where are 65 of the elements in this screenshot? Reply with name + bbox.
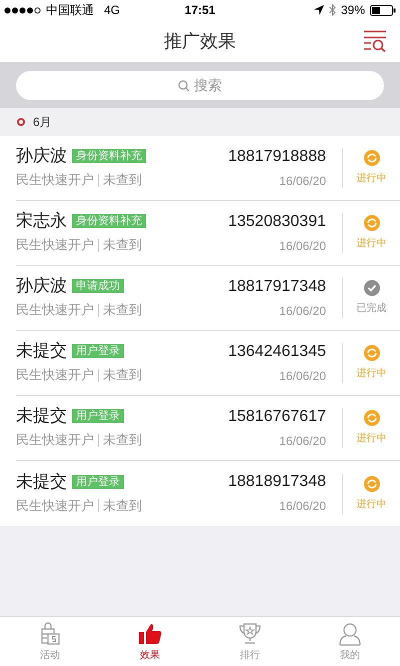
status-label: 进行中 <box>356 432 386 446</box>
date-text: 16/06/20 <box>279 432 326 450</box>
query-result: 未查到 <box>103 431 142 450</box>
query-result: 未查到 <box>103 301 142 320</box>
product-name: 民生快速开户 <box>16 236 94 254</box>
status-label: 已完成 <box>356 302 386 316</box>
list-row[interactable]: 宋志永 身份资料补充 民生快速开户 未查到 13520830391 16/06/20 进行中 <box>16 201 400 266</box>
product-name: 民生快速开户 <box>16 366 94 384</box>
list-row[interactable]: 未提交 用户登录 民生快速开户 未查到 18818917348 16/06/20 进行中 <box>16 461 400 526</box>
search-icon <box>178 80 190 92</box>
phone-number: 18817918888 <box>228 146 326 166</box>
network-type: 4G <box>104 2 120 19</box>
person-name: 未提交 <box>16 341 67 362</box>
step-tag: 身份资料补充 <box>72 149 146 164</box>
step-tag: 身份资料补充 <box>72 214 146 228</box>
phone-number: 13642461345 <box>228 342 326 362</box>
list-row[interactable]: 未提交 用户登录 民生快速开户 未查到 15816767617 16/06/20 进行中 <box>16 396 400 461</box>
phone-number: 15816767617 <box>228 406 326 426</box>
person-name: 孙庆波 <box>16 276 67 296</box>
search-field[interactable]: 搜索 <box>16 70 384 100</box>
section-label: 6月 <box>33 114 52 131</box>
query-result: 未查到 <box>103 171 142 190</box>
product-name: 民生快速开户 <box>16 171 94 190</box>
query-result: 未查到 <box>103 496 142 515</box>
status-label: 进行中 <box>356 498 386 512</box>
list-row[interactable]: 未提交 用户登录 民生快速开户 未查到 13642461345 16/06/20 进行中 <box>16 331 400 396</box>
trophy-icon <box>237 620 263 646</box>
query-result: 未查到 <box>103 366 142 384</box>
step-tag: 用户登录 <box>72 344 124 358</box>
battery-icon <box>370 4 396 16</box>
battery-percent: 39% <box>340 2 365 19</box>
date-text: 16/06/20 <box>279 498 326 515</box>
person-name: 孙庆波 <box>16 146 67 166</box>
status-label: 进行中 <box>356 172 386 186</box>
bluetooth-icon <box>328 4 336 16</box>
date-text: 16/06/20 <box>279 238 326 254</box>
date-text: 16/06/20 <box>279 302 326 320</box>
step-tag: 用户登录 <box>72 474 124 489</box>
user-icon <box>337 620 363 646</box>
page-title: 推广效果 <box>164 30 236 52</box>
list-row[interactable]: 孙庆波 申请成功 民生快速开户 未查到 18817917348 16/06/20 已完成 <box>16 266 400 331</box>
location-icon <box>314 5 324 15</box>
phone-number: 18818917348 <box>228 472 326 492</box>
product-name: 民生快速开户 <box>16 301 94 320</box>
list-row[interactable]: 孙庆波 身份资料补充 民生快速开户 未查到 18817918888 16/06/20 进行中 <box>16 136 400 201</box>
status-label: 进行中 <box>356 236 386 251</box>
tab-item[interactable]: 效果 <box>100 617 200 666</box>
carrier-name: 中国联通 <box>46 2 94 19</box>
product-name: 民生快速开户 <box>16 496 94 515</box>
product-name: 民生快速开户 <box>16 431 94 450</box>
filter-search-icon[interactable] <box>363 30 387 52</box>
step-tag: 用户登录 <box>72 409 124 424</box>
status-time: 17:51 <box>184 2 216 19</box>
query-result: 未查到 <box>103 236 142 254</box>
person-name: 宋志永 <box>16 211 67 232</box>
date-text: 16/06/20 <box>279 368 326 384</box>
signal-icon <box>4 6 42 14</box>
person-name: 未提交 <box>16 406 67 426</box>
phone-number: 18817917348 <box>228 276 326 296</box>
step-tag: 申请成功 <box>72 279 124 294</box>
month-marker-icon <box>17 118 25 126</box>
status-label: 进行中 <box>356 366 386 381</box>
phone-number: 13520830391 <box>228 212 326 232</box>
date-text: 16/06/20 <box>279 172 326 190</box>
person-name: 未提交 <box>16 472 67 492</box>
